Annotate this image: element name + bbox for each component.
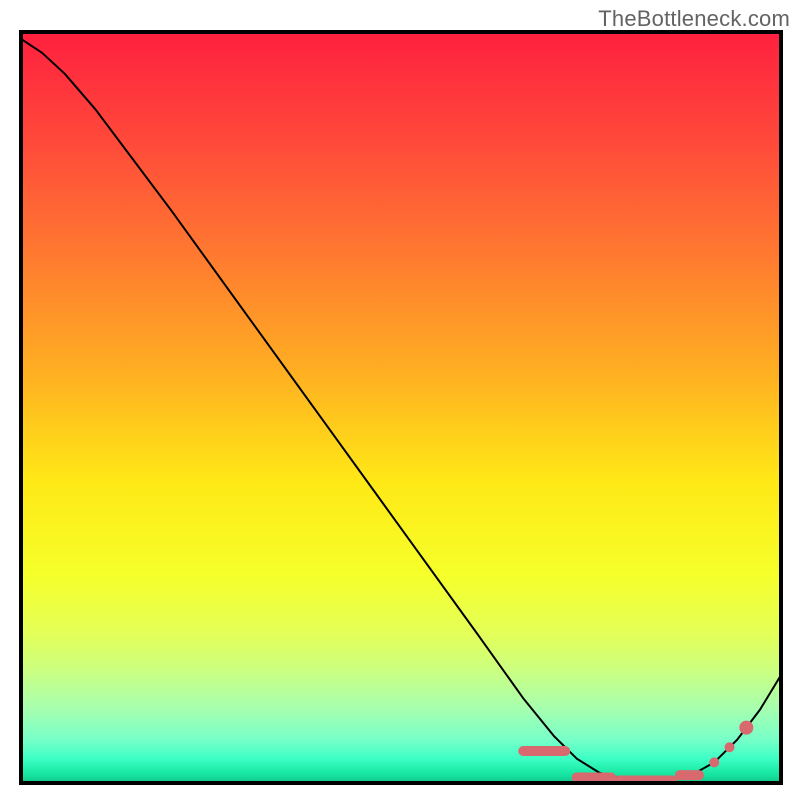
chart-frame: TheBottleneck.com — [0, 0, 800, 800]
gradient-background — [19, 30, 783, 785]
bottleneck-chart — [0, 0, 800, 800]
